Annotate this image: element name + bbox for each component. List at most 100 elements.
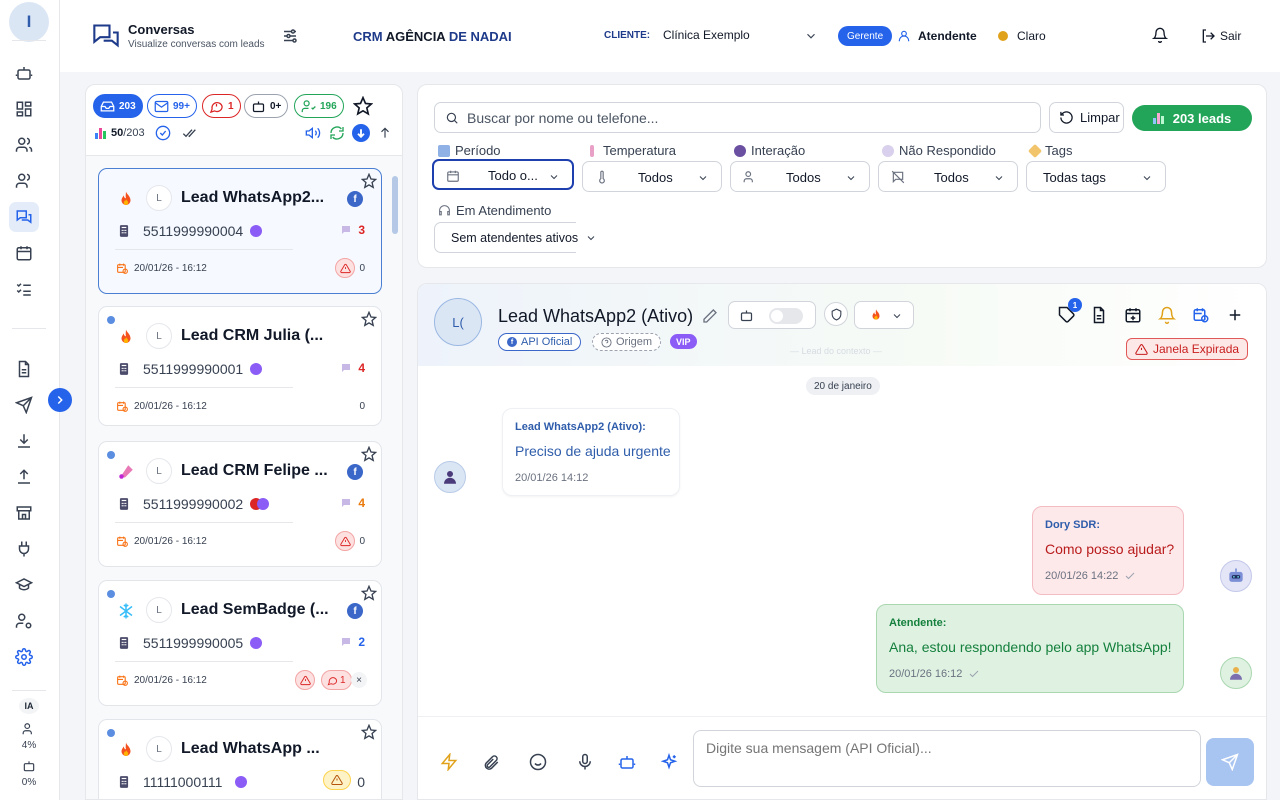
chip-mail[interactable]: 99+ xyxy=(147,94,197,118)
shield-button[interactable] xyxy=(824,302,848,326)
theme-toggle[interactable]: Claro xyxy=(1017,29,1046,43)
send-button[interactable] xyxy=(1206,738,1254,786)
user-name[interactable]: Atendente xyxy=(918,29,977,43)
lead-name: Lead WhatsApp2... xyxy=(181,189,325,206)
toggle-switch[interactable] xyxy=(769,308,803,324)
sliders-icon[interactable] xyxy=(281,27,299,45)
star-icon[interactable] xyxy=(353,96,373,116)
bot-icon[interactable] xyxy=(9,58,39,88)
filter-temperature-select[interactable]: Todos xyxy=(582,161,722,192)
pencil-icon[interactable] xyxy=(702,308,718,324)
origin-badge[interactable]: Origem xyxy=(592,333,662,351)
users-icon[interactable] xyxy=(9,130,39,160)
temperature-select[interactable] xyxy=(854,301,914,329)
lead-card[interactable]: L Lead CRM Felipe ... f 5511999990002 4 20/01… xyxy=(98,441,382,567)
star-icon[interactable] xyxy=(361,173,377,189)
lightning-icon[interactable] xyxy=(440,753,458,771)
document-icon[interactable] xyxy=(9,354,39,384)
close-icon[interactable]: × xyxy=(351,672,367,688)
lead-card[interactable]: L Lead WhatsApp ... 11111000111 0 xyxy=(98,719,382,799)
shield-icon xyxy=(831,307,841,320)
visible-counter: 50/203 xyxy=(111,127,145,139)
star-icon[interactable] xyxy=(361,446,377,462)
message-bubble-lead[interactable]: Lead WhatsApp2 (Ativo): Preciso de ajuda… xyxy=(502,408,680,496)
message-time: 20/01/26 14:22 xyxy=(1045,570,1136,582)
leads-count-button[interactable]: 203 leads xyxy=(1132,105,1252,131)
logout-icon[interactable] xyxy=(1200,28,1216,44)
graduation-icon[interactable] xyxy=(9,570,39,600)
channel-dot xyxy=(250,225,263,237)
message-bubble-attendant[interactable]: Atendente: Ana, estou respondendo pelo a… xyxy=(876,604,1184,693)
sort-up-button[interactable] xyxy=(378,126,392,140)
lead-list[interactable]: L Lead WhatsApp2... f 5511999990004 3 20/01/2… xyxy=(86,155,402,799)
filter-interaction-select[interactable]: Todos xyxy=(730,161,870,192)
mail-icon xyxy=(154,100,169,112)
bell-icon[interactable] xyxy=(1152,27,1168,43)
sort-down-button[interactable] xyxy=(352,124,370,142)
document-icon[interactable] xyxy=(1090,306,1110,326)
message-input[interactable] xyxy=(693,730,1201,787)
check-circle-icon[interactable] xyxy=(155,125,171,141)
message-bubble-sdr[interactable]: Dory SDR: Como posso ajudar? 20/01/26 14… xyxy=(1032,506,1184,595)
dashboard-icon[interactable] xyxy=(9,94,39,124)
gear-icon[interactable] xyxy=(9,642,39,672)
download-icon[interactable] xyxy=(9,426,39,456)
chip-bot[interactable]: 0+ xyxy=(244,94,289,118)
filter-period-select[interactable]: Todo o... xyxy=(432,159,574,190)
double-check-icon[interactable] xyxy=(182,125,198,141)
user-avatar[interactable]: I xyxy=(9,2,49,42)
chip-users[interactable]: 196 xyxy=(294,94,344,118)
star-icon[interactable] xyxy=(361,311,377,327)
scrollbar-thumb[interactable] xyxy=(392,176,398,234)
upload-icon[interactable] xyxy=(9,462,39,492)
chat-avatar[interactable]: L( xyxy=(434,298,482,346)
scrollbar[interactable] xyxy=(392,164,398,798)
sparkles-icon[interactable] xyxy=(660,753,678,771)
lead-date: 20/01/26 - 16:12 xyxy=(134,536,207,547)
plus-icon[interactable] xyxy=(1226,306,1246,326)
search-input[interactable] xyxy=(467,105,1027,130)
lead-card[interactable]: L Lead CRM Julia (... 5511999990001 4 20/01/… xyxy=(98,306,382,426)
calendar-clock-icon[interactable] xyxy=(1192,306,1212,326)
chevron-down-icon xyxy=(807,33,815,39)
filter-unanswered-select[interactable]: Todos xyxy=(878,161,1018,192)
bell-icon[interactable] xyxy=(1158,306,1178,326)
conversations-icon[interactable] xyxy=(9,202,39,232)
calendar-icon[interactable] xyxy=(9,238,39,268)
chip-unanswered[interactable]: 1 xyxy=(202,94,241,118)
bot-icon[interactable] xyxy=(618,753,636,771)
filter-tags-select[interactable]: Todas tags xyxy=(1026,161,1166,192)
send-icon[interactable] xyxy=(9,390,39,420)
star-icon[interactable] xyxy=(361,585,377,601)
bot-toggle[interactable] xyxy=(728,301,816,329)
user-settings-icon[interactable] xyxy=(9,606,39,636)
chevron-down-icon[interactable] xyxy=(585,232,597,244)
search-box[interactable] xyxy=(434,102,1041,133)
star-icon[interactable] xyxy=(361,724,377,740)
volume-icon[interactable] xyxy=(305,125,321,141)
calendar-clock-icon xyxy=(116,400,129,413)
calendar-add-icon[interactable] xyxy=(1124,306,1144,326)
emoji-icon[interactable] xyxy=(529,753,547,771)
plug-icon[interactable] xyxy=(9,534,39,564)
warning-badge xyxy=(323,770,351,790)
refresh-icon[interactable] xyxy=(329,125,345,141)
facebook-icon: f xyxy=(507,337,517,347)
chip-inbox[interactable]: 203 xyxy=(93,94,143,118)
leads-count-label: 203 leads xyxy=(1172,110,1232,126)
lead-card[interactable]: L Lead SemBadge (... f 5511999990005 2 20/01/… xyxy=(98,580,382,706)
paperclip-icon[interactable] xyxy=(482,753,500,771)
store-icon[interactable] xyxy=(9,498,39,528)
logout-button[interactable]: Sair xyxy=(1220,29,1241,43)
window-expired-badge: Janela Expirada xyxy=(1126,338,1249,360)
lead-card[interactable]: L Lead WhatsApp2... f 5511999990004 3 20/01/2… xyxy=(98,168,382,294)
clear-filters-button[interactable]: Limpar xyxy=(1049,102,1124,133)
contacts-icon[interactable] xyxy=(9,166,39,196)
microphone-icon[interactable] xyxy=(576,753,594,771)
filter-attending-select[interactable]: Sem atendentes ativos xyxy=(434,222,578,253)
client-select[interactable]: Clínica Exemplo xyxy=(663,28,818,42)
tasks-icon[interactable] xyxy=(9,274,39,304)
sun-icon[interactable] xyxy=(998,31,1008,41)
sidebar-expand-button[interactable] xyxy=(48,388,72,412)
unread-dot xyxy=(107,316,115,324)
